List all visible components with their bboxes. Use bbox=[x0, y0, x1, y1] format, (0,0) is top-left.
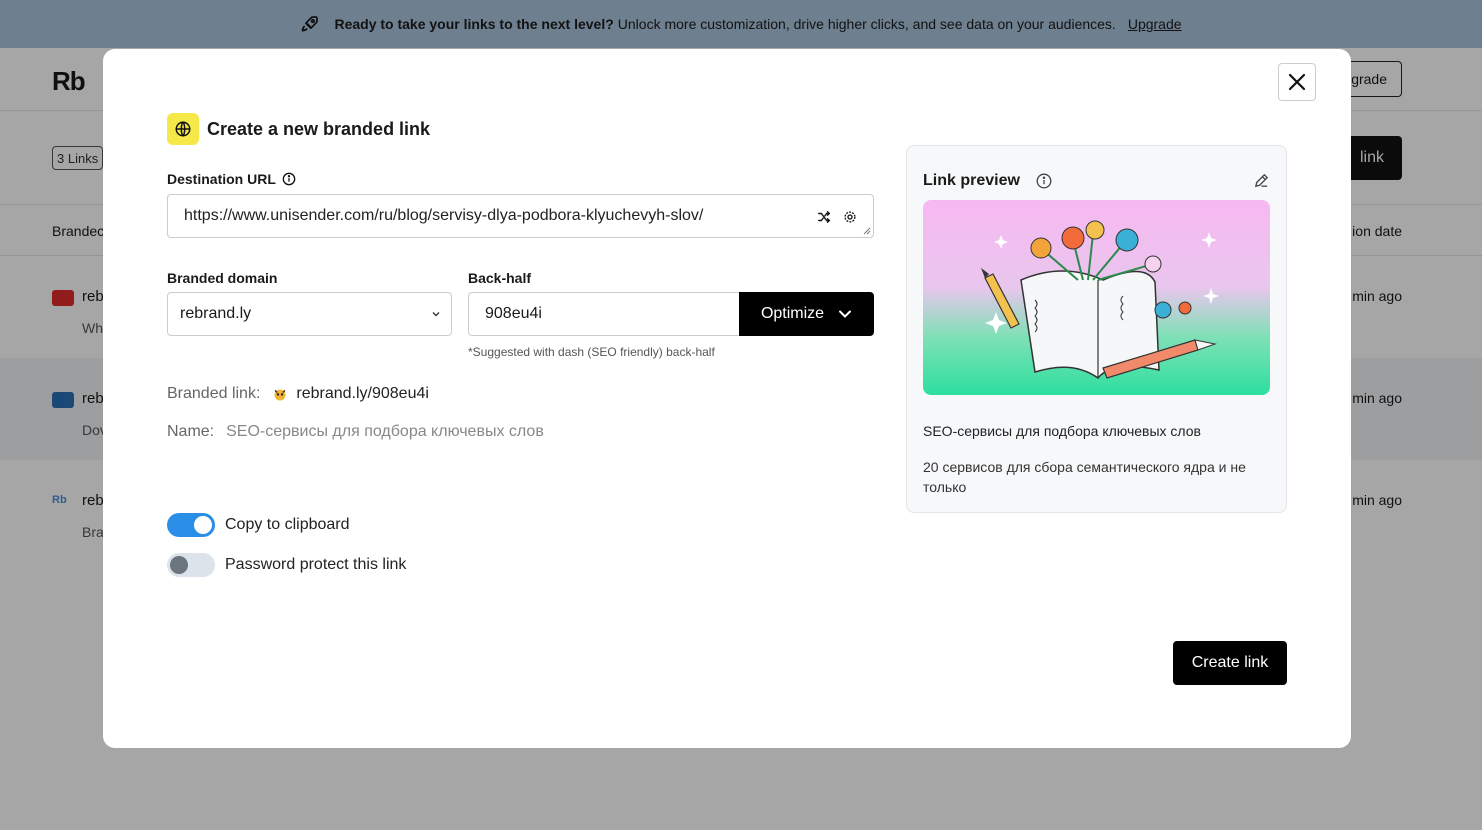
optimize-label: Optimize bbox=[760, 305, 825, 322]
optimize-button[interactable]: Optimize bbox=[739, 292, 874, 336]
gear-icon[interactable] bbox=[843, 210, 857, 224]
destination-url-input[interactable]: https://www.unisender.com/ru/blog/servis… bbox=[167, 194, 874, 238]
shuffle-icon[interactable] bbox=[817, 210, 831, 224]
edit-icon[interactable] bbox=[1253, 172, 1270, 189]
branded-link-line: Branded link: rebrand.ly/908eu4i bbox=[167, 385, 429, 403]
chevron-down-icon bbox=[432, 312, 440, 317]
preview-image bbox=[923, 200, 1270, 395]
copy-to-clipboard-row: Copy to clipboard bbox=[167, 513, 350, 537]
branded-domain-value: rebrand.ly bbox=[180, 305, 252, 322]
name-value[interactable]: SEO-сервисы для подбора ключевых слов bbox=[226, 423, 544, 441]
close-icon bbox=[1288, 73, 1306, 91]
resize-handle-icon[interactable] bbox=[863, 227, 871, 235]
password-protect-toggle[interactable] bbox=[167, 553, 215, 577]
toggle-knob bbox=[194, 516, 212, 534]
modal-header: Create a new branded link bbox=[167, 113, 430, 145]
back-half-hint: *Suggested with dash (SEO friendly) back… bbox=[468, 345, 715, 359]
branded-link-value[interactable]: rebrand.ly/908eu4i bbox=[296, 385, 429, 403]
destination-url-label: Destination URL bbox=[167, 171, 296, 187]
branded-domain-label: Branded domain bbox=[167, 270, 278, 286]
branded-link-label: Branded link: bbox=[167, 385, 261, 402]
info-icon[interactable] bbox=[1036, 173, 1052, 189]
create-link-modal: Create a new branded link Destination UR… bbox=[103, 49, 1351, 748]
modal-title: Create a new branded link bbox=[207, 118, 431, 139]
globe-icon-box bbox=[167, 113, 199, 145]
create-link-button[interactable]: Create link bbox=[1173, 641, 1287, 685]
copy-to-clipboard-label[interactable]: Copy to clipboard bbox=[225, 516, 350, 534]
destination-url-label-text: Destination URL bbox=[167, 171, 276, 187]
name-label: Name: bbox=[167, 423, 215, 440]
info-icon[interactable] bbox=[282, 172, 296, 186]
password-protect-row: Password protect this link bbox=[167, 553, 406, 577]
globe-icon bbox=[175, 121, 191, 137]
link-preview-card: Link preview SEO-сервисы для подбора клю… bbox=[906, 145, 1287, 513]
branded-domain-select[interactable]: rebrand.ly bbox=[167, 292, 452, 336]
chevron-down-icon bbox=[839, 310, 852, 318]
close-button[interactable] bbox=[1278, 63, 1316, 101]
back-half-label: Back-half bbox=[468, 270, 532, 286]
password-protect-label[interactable]: Password protect this link bbox=[225, 556, 406, 574]
back-half-input[interactable]: 908eu4i bbox=[468, 292, 740, 336]
copy-to-clipboard-toggle[interactable] bbox=[167, 513, 215, 537]
link-preview-header: Link preview bbox=[923, 172, 1052, 190]
url-actions bbox=[817, 210, 857, 224]
destination-url-value: https://www.unisender.com/ru/blog/servis… bbox=[184, 207, 704, 224]
back-half-value: 908eu4i bbox=[485, 305, 542, 322]
toggle-knob bbox=[170, 556, 188, 574]
link-preview-title: Link preview bbox=[923, 172, 1020, 189]
preview-page-title: SEO-сервисы для подбора ключевых слов bbox=[923, 423, 1201, 439]
rebrandly-mascot-icon bbox=[272, 386, 288, 402]
preview-description: 20 сервисов для сбора семантического ядр… bbox=[923, 459, 1246, 495]
name-line: Name: SEO-сервисы для подбора ключевых с… bbox=[167, 423, 544, 441]
